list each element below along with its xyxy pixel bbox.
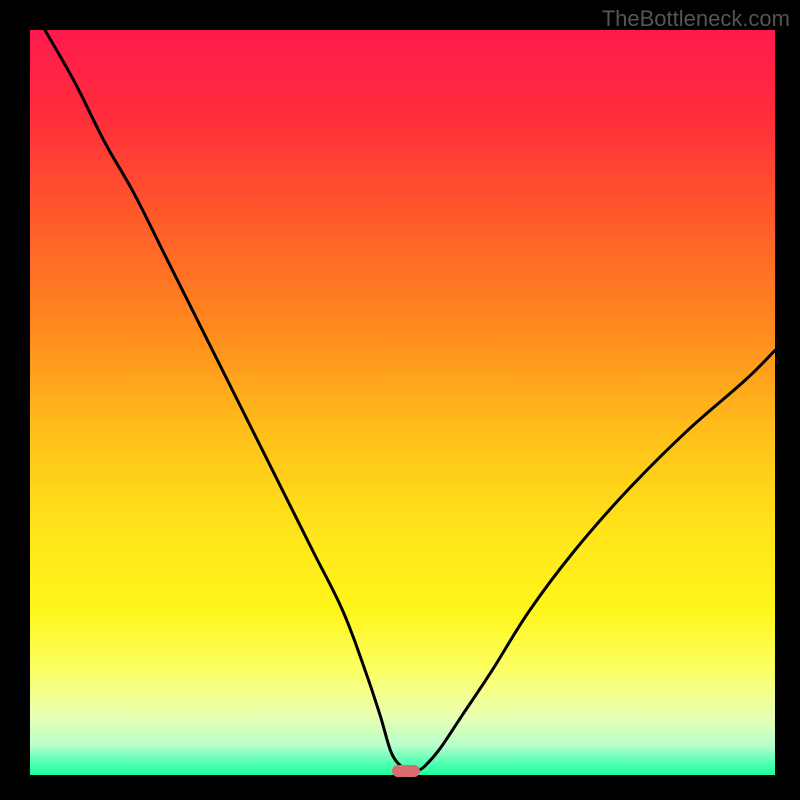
plot-area <box>30 30 775 775</box>
optimum-marker <box>392 765 420 777</box>
watermark-text: TheBottleneck.com <box>602 6 790 32</box>
curve-layer <box>30 30 775 775</box>
bottleneck-curve <box>45 30 775 772</box>
